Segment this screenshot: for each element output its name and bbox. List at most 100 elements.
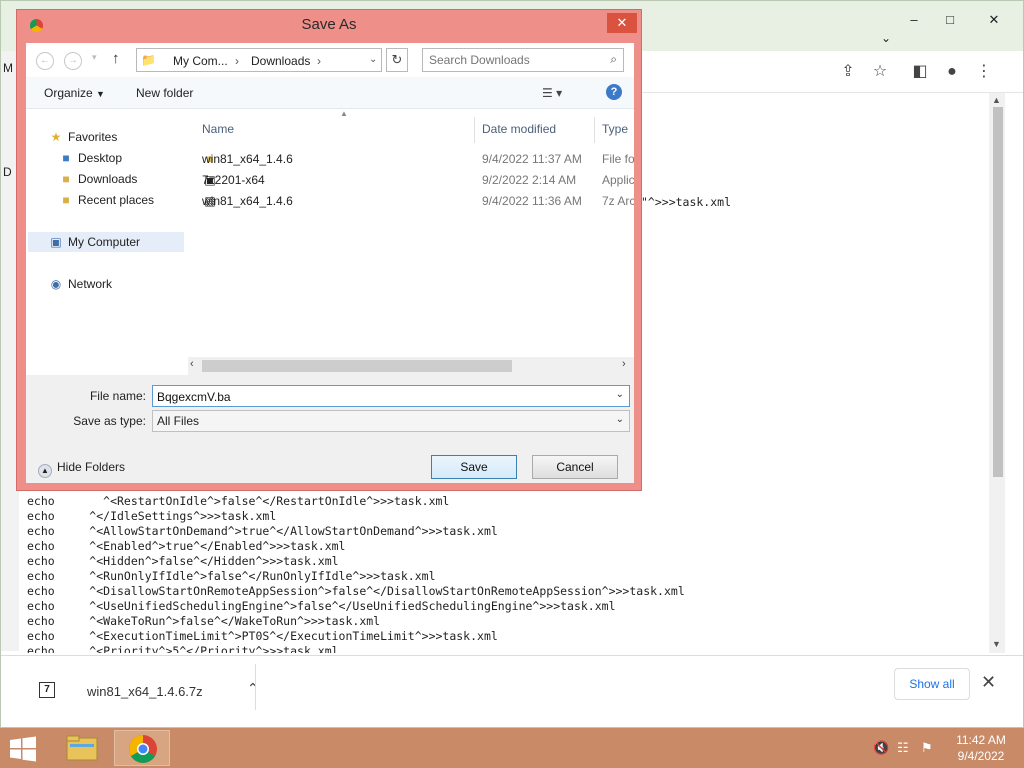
breadcrumb-my-computer[interactable]: My Com...: [173, 54, 228, 68]
show-all-button[interactable]: Show all: [894, 668, 970, 700]
file-date: 9/4/2022 11:36 AM: [482, 194, 582, 208]
new-folder-button[interactable]: New folder: [136, 86, 193, 100]
column-header-name[interactable]: Name: [202, 122, 234, 136]
strip-letter: M: [3, 61, 13, 75]
scrollbar-thumb[interactable]: [202, 360, 512, 372]
minimize-button[interactable]: –: [899, 9, 929, 31]
nav-desktop[interactable]: ■ Desktop: [58, 148, 122, 168]
share-icon[interactable]: ⇪: [837, 61, 859, 83]
archive-file-icon: 7: [39, 682, 55, 698]
save-form: File name: ⌄ Save as type: All Files ⌄ ▲…: [26, 375, 634, 483]
file-name-input[interactable]: [157, 389, 597, 404]
file-name-text: 7z2201-x64: [202, 173, 265, 187]
address-dropdown-icon[interactable]: ⌄: [369, 54, 377, 65]
tab-list-chevron-icon[interactable]: ⌄: [871, 27, 901, 49]
address-row: ← → ▾ ↑ 📁 My Com... › Downloads › ⌄ ↻ ⌕: [26, 43, 634, 77]
nav-recent-places-label: Recent places: [78, 193, 155, 207]
code-line: echo ^<ExecutionTimeLimit^>PT0S^</Execut…: [27, 629, 498, 643]
chevron-up-icon[interactable]: ⌃: [247, 680, 259, 697]
code-line: echo ^<AllowStartOnDemand^>true^</AllowS…: [27, 524, 498, 538]
file-name-field[interactable]: ⌄: [152, 385, 630, 407]
column-divider[interactable]: [474, 117, 475, 143]
windows-start-icon[interactable]: [10, 736, 36, 762]
strip-letter: D: [3, 165, 12, 179]
network-icon[interactable]: ☷: [897, 740, 909, 756]
save-as-dialog: Save As ✕ ← → ▾ ↑ 📁 My Com... › Download…: [16, 9, 642, 491]
code-line: echo ^<WakeToRun^>false^</WakeToRun^>>>t…: [27, 614, 381, 628]
nav-desktop-label: Desktop: [78, 151, 123, 165]
clock[interactable]: 11:42 AM 9/4/2022: [950, 732, 1012, 764]
forward-arrow-icon[interactable]: →: [64, 52, 82, 70]
download-item[interactable]: 7 win81_x64_1.4.6.7z ⌃: [21, 664, 259, 710]
nav-network[interactable]: ◉ Network: [48, 274, 112, 294]
chrome-icon: [129, 735, 157, 763]
side-panel-icon[interactable]: ◧: [909, 61, 931, 83]
organize-menu[interactable]: Organize ▼: [44, 86, 105, 100]
back-arrow-icon[interactable]: ←: [36, 52, 54, 70]
search-box[interactable]: ⌕: [422, 48, 624, 72]
breadcrumb-separator-icon[interactable]: ›: [317, 54, 321, 68]
file-row[interactable]: ■ win81_x64_1.4.6 9/4/2022 11:37 AM File …: [188, 149, 634, 170]
file-row[interactable]: ▧ win81_x64_1.4.6 9/4/2022 11:36 AM 7z Ar…: [188, 191, 634, 212]
download-file-name: win81_x64_1.4.6.7z: [87, 684, 203, 699]
clock-time: 11:42 AM: [956, 733, 1006, 747]
nav-favorites-label: Favorites: [68, 130, 118, 144]
recent-locations-chevron-icon[interactable]: ▾: [92, 52, 97, 63]
file-name-text: win81_x64_1.4.6: [202, 194, 293, 208]
action-center-icon[interactable]: ⚑: [921, 740, 933, 756]
scroll-left-arrow-icon[interactable]: ‹: [190, 358, 194, 370]
hide-folders-toggle[interactable]: ▲ Hide Folders: [38, 460, 125, 478]
star-icon: ★: [50, 130, 62, 144]
bookmark-star-icon[interactable]: ☆: [869, 61, 891, 83]
file-list: ▲ Name Date modified Type ■ win81_x64_1.4…: [188, 109, 634, 375]
column-header-date-modified[interactable]: Date modified: [482, 122, 556, 136]
dialog-close-button[interactable]: ✕: [607, 13, 637, 33]
vertical-scrollbar[interactable]: ▲ ▼: [989, 93, 1005, 653]
dialog-body: ← → ▾ ↑ 📁 My Com... › Downloads › ⌄ ↻ ⌕ …: [26, 43, 634, 483]
scroll-up-arrow-icon[interactable]: ▲: [992, 95, 1001, 105]
maximize-button[interactable]: □: [935, 9, 965, 31]
download-bar: 7 win81_x64_1.4.6.7z ⌃ Show all ✕: [1, 655, 1023, 717]
scrollbar-thumb[interactable]: [993, 107, 1003, 477]
column-header-type[interactable]: Type: [602, 122, 628, 136]
file-type: 7z Archive: [602, 194, 634, 208]
chrome-taskbar-button[interactable]: [114, 730, 170, 766]
breadcrumb-separator-icon[interactable]: ›: [235, 54, 239, 68]
search-icon[interactable]: ⌕: [610, 52, 617, 67]
clock-date: 9/4/2022: [957, 749, 1005, 763]
scroll-down-arrow-icon[interactable]: ▼: [992, 639, 1001, 649]
change-view-icon[interactable]: ☰ ▾: [542, 86, 562, 100]
cancel-button[interactable]: Cancel: [532, 455, 618, 479]
search-input[interactable]: [429, 52, 589, 68]
save-button[interactable]: Save: [431, 455, 517, 479]
file-row[interactable]: ▣7z2201-x64 9/2/2022 2:14 AM Application: [188, 170, 634, 191]
up-arrow-icon[interactable]: ↑: [112, 50, 120, 67]
navigation-pane: ★ Favorites ■ Desktop ■ Downloads ■ Recent p…: [26, 109, 186, 375]
command-bar: Organize ▼ New folder ☰ ▾ ?: [26, 77, 634, 109]
nav-recent-places[interactable]: ■ Recent places: [58, 190, 154, 210]
horizontal-scrollbar[interactable]: ‹ ›: [188, 357, 634, 375]
window-close-button[interactable]: ✕: [979, 9, 1009, 31]
column-divider[interactable]: [594, 117, 595, 143]
profile-avatar-icon[interactable]: ●: [941, 61, 963, 83]
address-bar[interactable]: 📁 My Com... › Downloads › ⌄: [136, 48, 382, 72]
chevron-down-icon[interactable]: ⌄: [616, 414, 624, 425]
nav-downloads[interactable]: ■ Downloads: [58, 169, 137, 189]
breadcrumb-downloads[interactable]: Downloads: [251, 54, 310, 68]
nav-my-computer[interactable]: ▣ My Computer: [28, 232, 184, 252]
chevron-down-icon[interactable]: ⌄: [616, 389, 624, 400]
scroll-right-arrow-icon[interactable]: ›: [622, 358, 626, 370]
save-as-type-select[interactable]: All Files ⌄: [152, 410, 630, 432]
speaker-muted-icon[interactable]: 🔇: [873, 740, 889, 756]
sort-arrow-icon: ▲: [340, 109, 348, 118]
nav-favorites[interactable]: ★ Favorites: [48, 127, 118, 147]
chevron-up-icon: ▲: [38, 464, 52, 478]
downloads-folder-icon: ■: [62, 172, 70, 186]
menu-kebab-icon[interactable]: ⋮: [973, 61, 995, 83]
refresh-icon[interactable]: ↻: [386, 48, 408, 72]
file-explorer-taskbar-button[interactable]: [54, 730, 110, 766]
code-line: echo ^</IdleSettings^>>>task.xml: [27, 509, 277, 523]
close-download-bar-icon[interactable]: ✕: [981, 672, 996, 693]
nav-network-label: Network: [68, 277, 113, 291]
help-icon[interactable]: ?: [606, 84, 622, 100]
